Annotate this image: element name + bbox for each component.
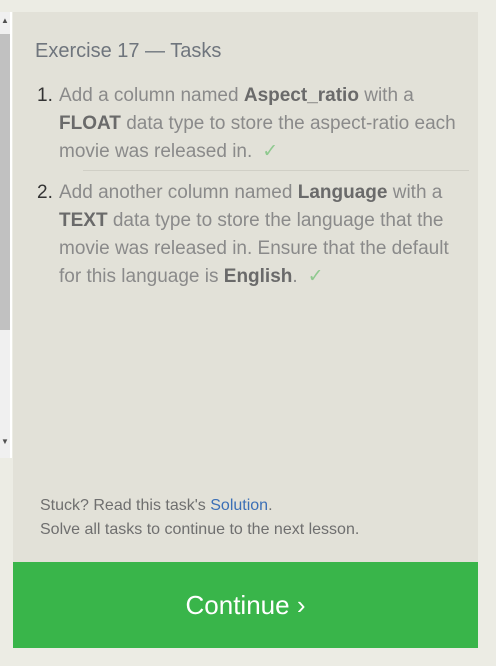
continue-button[interactable]: Continue › [13, 562, 478, 648]
stuck-line: Stuck? Read this task's Solution. [40, 494, 359, 518]
tasks-panel: Exercise 17 — Tasks 1. Add a column name… [13, 12, 478, 648]
task-list: 1. Add a column named Aspect_ratio with … [35, 82, 469, 291]
scrollbar-thumb[interactable] [0, 34, 10, 330]
stuck-suffix: . [268, 497, 273, 514]
task-keyword: Aspect_ratio [243, 85, 359, 106]
task-text: Add another column named [59, 182, 298, 203]
checkmark-icon: ✓ [307, 266, 324, 287]
task-text: . [292, 266, 298, 287]
task-keyword: Language [297, 182, 388, 203]
task-keyword: English [223, 266, 293, 287]
task-text: with a [387, 182, 443, 203]
exercise-title: Exercise 17 — Tasks [35, 40, 222, 62]
task-number: 1. [37, 85, 53, 106]
task-keyword: FLOAT [59, 113, 121, 134]
task-text: with a [358, 85, 414, 106]
task-item: 1. Add a column named Aspect_ratio with … [35, 82, 469, 171]
scroll-down-arrow-icon[interactable]: ▼ [0, 437, 10, 447]
task-keyword: TEXT [59, 210, 108, 231]
checkmark-icon: ✓ [262, 141, 279, 162]
solution-link[interactable]: Solution [210, 497, 268, 514]
footer-help: Stuck? Read this task's Solution. Solve … [40, 494, 359, 542]
task-item: 2. Add another column named Language wit… [35, 179, 469, 291]
solve-instruction: Solve all tasks to continue to the next … [40, 521, 360, 538]
task-number: 2. [37, 182, 53, 203]
task-divider [83, 170, 469, 171]
task-text: Add a column named [59, 85, 244, 106]
stuck-text: Stuck? Read this task's [40, 497, 211, 514]
scroll-up-arrow-icon[interactable]: ▲ [0, 16, 10, 26]
